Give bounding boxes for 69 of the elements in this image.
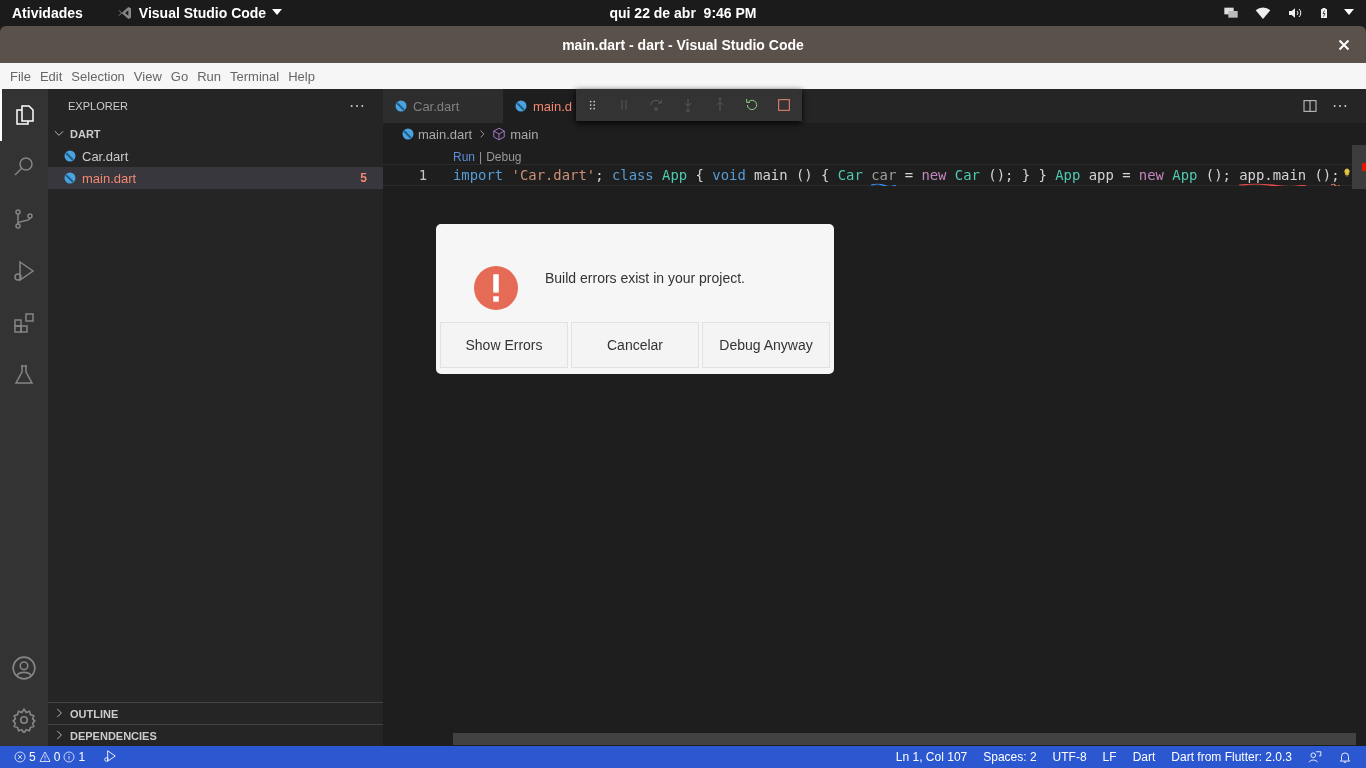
lightbulb-icon[interactable] <box>1341 166 1352 180</box>
status-item[interactable]: LF <box>1102 750 1117 764</box>
dialog-message: Build errors exist in your project. <box>545 270 745 286</box>
display-icon[interactable] <box>1222 5 1240 21</box>
window-title: main.dart - dart - Visual Studio Code <box>562 36 804 53</box>
debug-link[interactable]: Debug <box>486 150 522 164</box>
menu-item[interactable]: Edit <box>35 68 67 84</box>
section-header[interactable]: OUTLINE <box>48 702 383 724</box>
menu-item[interactable]: File <box>6 68 35 84</box>
overview-ruler <box>1352 145 1366 189</box>
status-item[interactable]: Spaces: 2 <box>983 750 1037 764</box>
file-icon <box>64 150 76 162</box>
activities-button[interactable]: Atividades <box>12 5 83 21</box>
folder-row[interactable]: DART <box>48 123 383 145</box>
dialog-button[interactable]: Debug Anyway <box>702 322 830 368</box>
app-icon <box>116 5 133 21</box>
settings-icon[interactable] <box>11 707 37 733</box>
editor-tab[interactable]: Car.dart <box>383 89 503 123</box>
file-icon <box>515 100 527 112</box>
flask-icon[interactable] <box>12 363 36 387</box>
split-editor-icon[interactable] <box>1302 98 1318 114</box>
run-link[interactable]: Run <box>453 150 475 164</box>
restart-icon[interactable] <box>744 97 760 113</box>
file-icon <box>64 172 76 184</box>
explorer-entry[interactable]: main.dart 5 <box>48 167 383 189</box>
menu-item[interactable]: Run <box>193 68 225 84</box>
account-icon[interactable] <box>11 655 37 681</box>
line-number: 1 <box>417 167 427 183</box>
problems-button[interactable]: 5 0 1 <box>14 750 86 764</box>
dialog-button[interactable]: Show Errors <box>440 322 568 368</box>
menu-item[interactable]: Selection <box>67 68 129 84</box>
editor-tab[interactable]: main.d <box>503 89 581 123</box>
lens-separator: | <box>479 150 483 164</box>
bell-icon[interactable] <box>1338 750 1352 764</box>
close-icon[interactable] <box>1338 39 1350 51</box>
run-debug-icon[interactable] <box>103 748 118 763</box>
files-icon[interactable] <box>13 103 37 127</box>
status-item[interactable]: UTF-8 <box>1052 750 1087 764</box>
feedback-icon[interactable] <box>1308 750 1322 764</box>
menu-item[interactable]: View <box>129 68 166 84</box>
extensions-icon[interactable] <box>12 311 36 335</box>
source-control-icon[interactable] <box>12 207 36 231</box>
file-icon <box>395 100 407 112</box>
error-icon <box>14 751 26 763</box>
menu-item[interactable]: Help <box>284 68 319 84</box>
clock[interactable]: qui 22 de abr 9:46 PM <box>609 5 757 21</box>
status-item[interactable]: Ln 1, Col 107 <box>895 750 968 764</box>
cube-icon <box>492 127 507 141</box>
horizontal-scrollbar[interactable] <box>453 733 1356 745</box>
status-item[interactable]: Dart from Flutter: 2.0.3 <box>1171 750 1292 764</box>
error-icon <box>474 266 518 310</box>
run-debug-icon[interactable] <box>12 259 36 283</box>
breadcrumb-item[interactable]: main.dart <box>418 126 473 142</box>
explorer-entry[interactable]: Car.dart <box>48 145 383 167</box>
caret-icon[interactable] <box>1344 9 1354 17</box>
code-line: import 'Car.dart'; class App { void main () { Car car = new Car (); } } App app = new App (); app.main (); <box>453 167 1340 183</box>
stop-icon[interactable] <box>776 97 792 113</box>
warning-icon <box>38 751 51 763</box>
menu-item[interactable]: Terminal <box>226 68 284 84</box>
file-icon <box>402 128 414 140</box>
app-menu[interactable]: Visual Studio Code <box>138 5 267 21</box>
caret-icon[interactable] <box>272 9 283 17</box>
breadcrumb-item[interactable]: main <box>510 126 539 142</box>
status-item[interactable]: Dart <box>1132 750 1156 764</box>
wifi-icon[interactable] <box>1254 5 1272 21</box>
sidebar-title: EXPLORER <box>68 100 128 112</box>
menu-item[interactable]: Go <box>166 68 193 84</box>
info-icon <box>63 751 76 763</box>
dialog-button[interactable]: Cancelar <box>571 322 699 368</box>
